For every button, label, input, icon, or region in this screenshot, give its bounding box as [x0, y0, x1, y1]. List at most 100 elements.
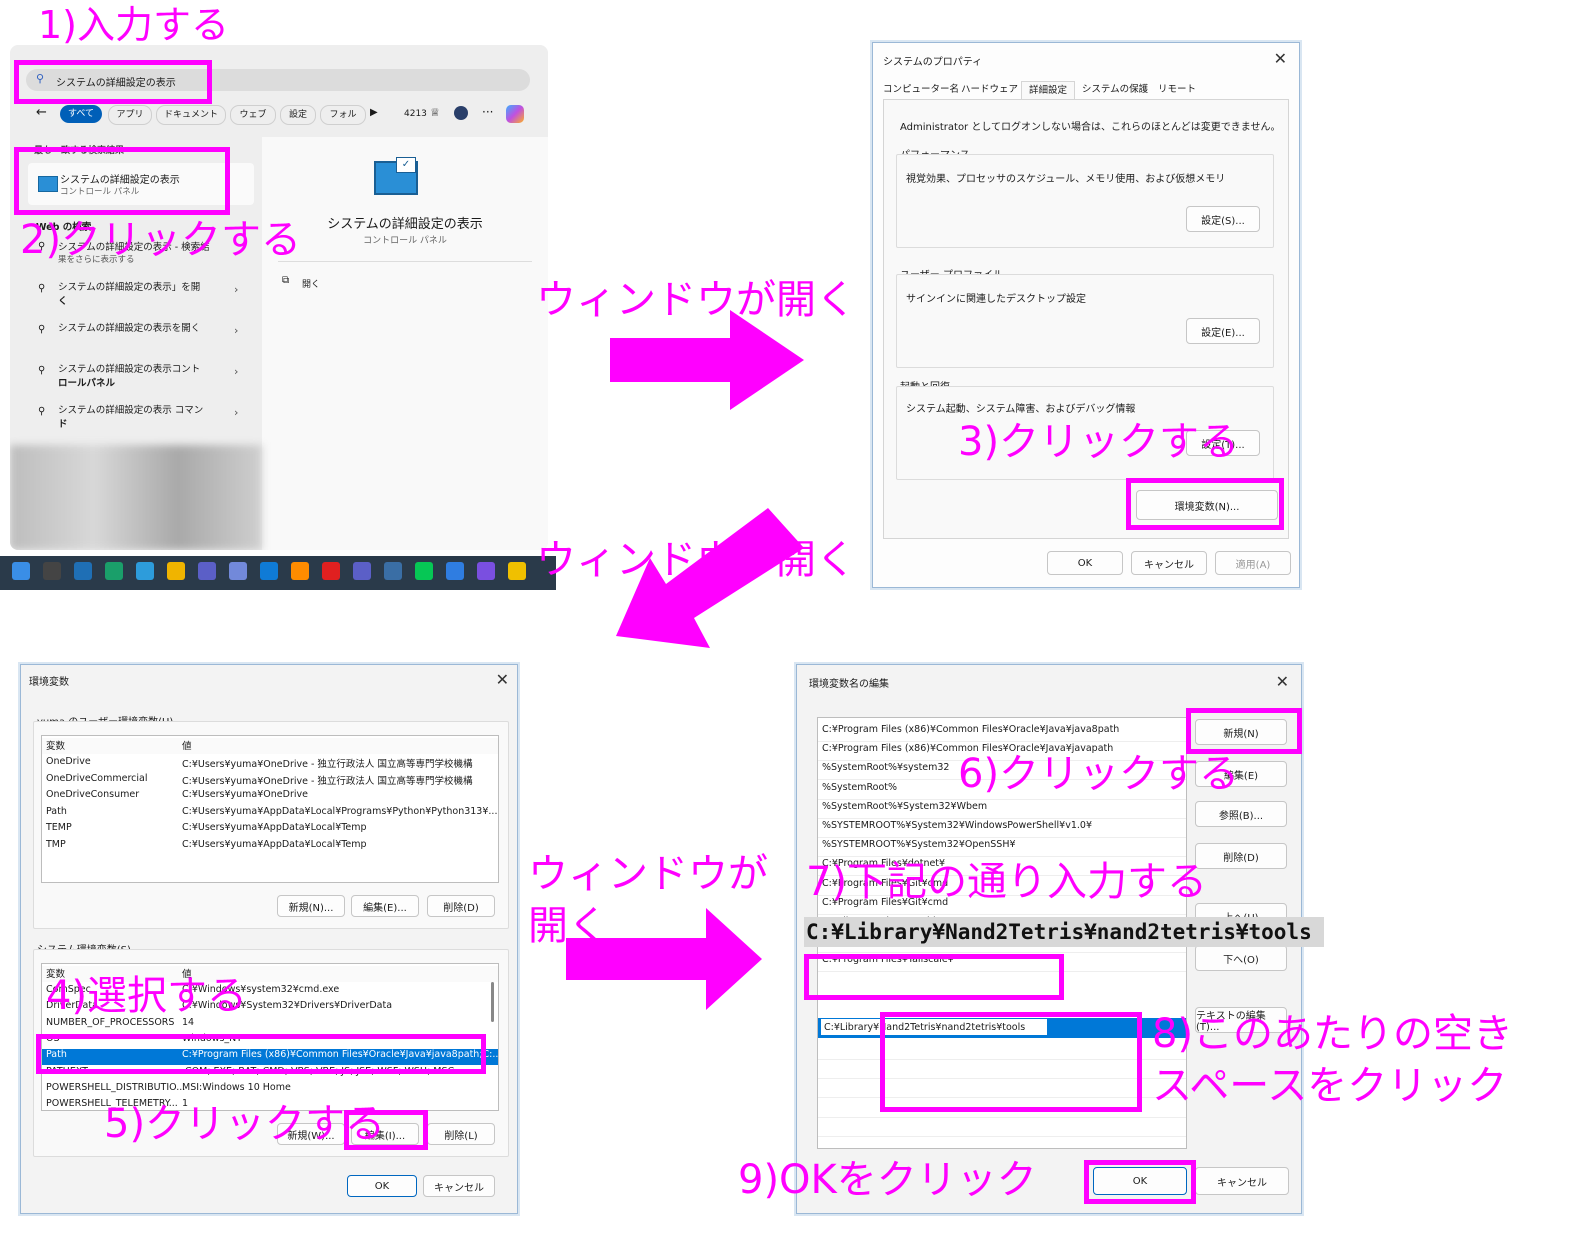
- scrollbar[interactable]: [491, 982, 494, 1022]
- step5-box: [344, 1110, 428, 1150]
- user-edit-button[interactable]: 編集(E)...: [351, 895, 419, 917]
- filter-settings[interactable]: 設定: [280, 105, 316, 125]
- taskbar-app-icon[interactable]: [415, 562, 433, 580]
- list-item[interactable]: %SYSTEMROOT%¥System32¥OpenSSH¥: [818, 837, 1186, 858]
- taskbar-app-icon[interactable]: [198, 562, 216, 580]
- open-link-icon[interactable]: ⧉: [282, 275, 289, 286]
- var-name: OneDriveCommercial: [46, 772, 148, 784]
- empty-row[interactable]: [818, 1117, 1186, 1137]
- copilot-icon[interactable]: [506, 105, 524, 123]
- var-value: MSI:Windows 10 Home: [182, 1081, 291, 1093]
- step3-label: 3)クリックする: [958, 419, 1240, 465]
- table-row[interactable]: Path C:¥Users¥yuma¥AppData¥Local¥Programs…: [42, 806, 498, 822]
- right-arrow-1: [610, 310, 804, 410]
- path-entry: C:¥Program Files (x86)¥Common Files¥Orac…: [822, 724, 1120, 735]
- user-new-button[interactable]: 新規(N)...: [277, 895, 345, 917]
- close-icon[interactable]: ✕: [1274, 49, 1287, 68]
- blurred-area: [10, 445, 262, 550]
- taskbar-app-icon[interactable]: [353, 562, 371, 580]
- taskbar-app-icon[interactable]: [384, 562, 402, 580]
- delete-button[interactable]: 削除(D): [1195, 843, 1287, 869]
- web-search-item[interactable]: ⚲ システムの詳細設定の表示コント ロールパネル ›: [28, 359, 254, 393]
- cancel-button[interactable]: キャンセル: [1195, 1167, 1289, 1195]
- cancel-button[interactable]: キャンセル: [1131, 551, 1207, 575]
- user-delete-button[interactable]: 削除(D): [427, 895, 495, 917]
- filter-docs[interactable]: ドキュメント: [156, 105, 226, 125]
- path-entry: %SYSTEMROOT%¥System32¥WindowsPowerShell¥…: [822, 820, 1093, 831]
- step6-label: 6)クリックする: [958, 751, 1240, 797]
- table-row[interactable]: OneDrive C:¥Users¥yuma¥OneDrive - 独立行政法人 …: [42, 756, 498, 772]
- window-title: 環境変数: [29, 677, 69, 688]
- taskbar-app-icon[interactable]: [260, 562, 278, 580]
- taskbar-app-icon[interactable]: [43, 562, 61, 580]
- table-row[interactable]: OneDriveCommercial C:¥Users¥yuma¥OneDrive…: [42, 773, 498, 789]
- table-row[interactable]: TMP C:¥Users¥yuma¥AppData¥Local¥Temp: [42, 839, 498, 855]
- web-search-item[interactable]: ⚲ システムの詳細設定の表示 コマン ド ›: [28, 400, 254, 434]
- window-title: 環境変数名の編集: [809, 679, 889, 690]
- taskbar-app-icon[interactable]: [322, 562, 340, 580]
- admin-note: Administrator としてログオンしない場合は、これらのほとんどは変更で…: [900, 122, 1281, 133]
- taskbar-app-icon[interactable]: [12, 562, 30, 580]
- empty-row[interactable]: [818, 1136, 1186, 1148]
- cancel-button[interactable]: キャンセル: [423, 1175, 495, 1197]
- user-vars-table[interactable]: 変数 値 OneDrive C:¥Users¥yuma¥OneDrive - 独立行…: [41, 735, 499, 883]
- taskbar-app-icon[interactable]: [167, 562, 185, 580]
- var-name: Path: [46, 805, 67, 817]
- tab[interactable]: 詳細設定: [1021, 81, 1075, 100]
- taskbar-app-icon[interactable]: [105, 562, 123, 580]
- table-row[interactable]: OneDriveConsumer C:¥Users¥yuma¥OneDrive: [42, 789, 498, 805]
- taskbar-app-icon[interactable]: [74, 562, 92, 580]
- performance-settings-button[interactable]: 設定(S)...: [1186, 206, 1260, 232]
- var-value: C:¥Users¥yuma¥OneDrive - 独立行政法人 国立高等専門学校…: [182, 775, 473, 787]
- step9-box: [1084, 1160, 1196, 1204]
- profile-desc: サインインに関連したデスクトップ設定: [906, 294, 1086, 305]
- move-down-button[interactable]: 下へ(O): [1195, 945, 1287, 971]
- profile-settings-button[interactable]: 設定(E)...: [1186, 318, 1260, 344]
- step2-label: 2)クリックする: [20, 217, 302, 263]
- path-entry: %SystemRoot%¥System32¥Wbem: [822, 800, 988, 812]
- taskbar-app-icon[interactable]: [136, 562, 154, 580]
- list-item[interactable]: %SystemRoot%¥System32¥Wbem: [818, 799, 1186, 819]
- ok-button[interactable]: OK: [347, 1175, 417, 1197]
- web-search-item[interactable]: ⚲ システムの詳細設定の表示を開く ›: [28, 318, 254, 352]
- taskbar-app-icon[interactable]: [446, 562, 464, 580]
- tab[interactable]: システムの保護: [1077, 81, 1153, 99]
- back-arrow-icon[interactable]: ←: [36, 105, 47, 120]
- web-search-item[interactable]: ⚲ システムの詳細設定の表示」を開 く ›: [28, 277, 254, 311]
- avatar[interactable]: [454, 106, 468, 120]
- table-row[interactable]: POWERSHELL_DISTRIBUTIO... MSI:Windows 10 …: [42, 1082, 498, 1098]
- more-options-icon[interactable]: ···: [482, 105, 493, 119]
- step1-label: 1)入力する: [38, 3, 230, 47]
- apply-button[interactable]: 適用(A): [1215, 551, 1291, 575]
- web-item-text-2: ド: [58, 419, 68, 430]
- var-value: C:¥Users¥yuma¥OneDrive: [182, 789, 308, 800]
- more-filters-icon[interactable]: ▶: [370, 107, 378, 118]
- ok-button[interactable]: OK: [1047, 551, 1123, 575]
- close-icon[interactable]: ✕: [1276, 672, 1289, 691]
- search-icon: ⚲: [38, 324, 46, 335]
- taskbar: [0, 556, 556, 590]
- taskbar-app-icon[interactable]: [229, 562, 247, 580]
- step8-label-line1: 8)このあたりの空き: [1152, 1011, 1514, 1057]
- var-name: TMP: [46, 838, 66, 850]
- filter-all[interactable]: すべて: [60, 105, 102, 123]
- taskbar-app-icon[interactable]: [508, 562, 526, 580]
- tab[interactable]: コンピューター名: [883, 81, 959, 99]
- path-entry: %SYSTEMROOT%¥System32¥OpenSSH¥: [822, 839, 1016, 851]
- filter-folders[interactable]: フォル: [320, 105, 366, 125]
- tab[interactable]: リモート: [1157, 81, 1197, 99]
- taskbar-app-icon[interactable]: [477, 562, 495, 580]
- open-link[interactable]: 開く: [302, 277, 320, 290]
- sys-delete-button[interactable]: 削除(L): [427, 1123, 495, 1145]
- web-item-text: システムの詳細設定の表示 コマン: [58, 405, 204, 416]
- table-row[interactable]: TEMP C:¥Users¥yuma¥AppData¥Local¥Temp: [42, 822, 498, 838]
- list-item[interactable]: C:¥Program Files (x86)¥Common Files¥Orac…: [818, 722, 1186, 742]
- list-item[interactable]: %SYSTEMROOT%¥System32¥WindowsPowerShell¥…: [818, 818, 1186, 838]
- filter-apps[interactable]: アプリ: [108, 105, 152, 125]
- filter-web[interactable]: ウェブ: [230, 105, 276, 125]
- search-icon: ⚲: [38, 283, 46, 294]
- browse-button[interactable]: 参照(B)...: [1195, 801, 1287, 827]
- close-icon[interactable]: ✕: [496, 670, 509, 689]
- taskbar-app-icon[interactable]: [291, 562, 309, 580]
- tab[interactable]: ハードウェア: [961, 81, 1018, 99]
